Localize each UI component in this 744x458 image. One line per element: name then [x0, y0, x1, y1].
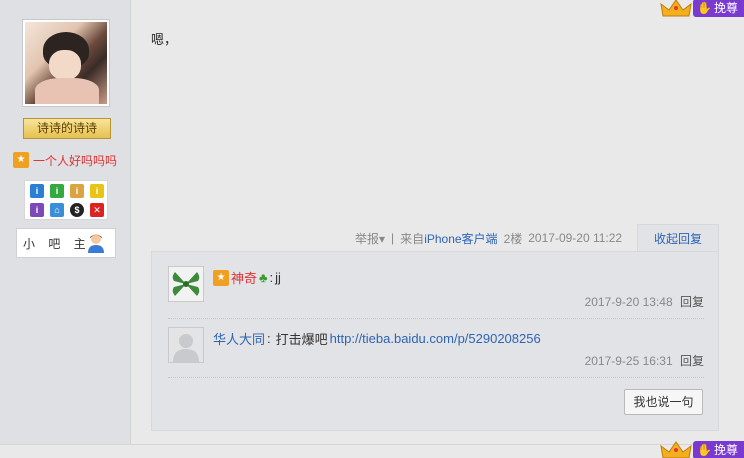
bow-badge-icon[interactable]: ✕ — [90, 203, 104, 217]
info-badge-icon[interactable]: i — [30, 184, 44, 198]
report-link[interactable]: 举报▾ — [355, 230, 385, 247]
hand-icon: ✋ — [697, 443, 712, 457]
reply-avatar[interactable] — [168, 327, 204, 363]
reply-link[interactable]: http://tieba.baidu.com/p/5290208256 — [330, 331, 541, 346]
user-icon — [87, 233, 105, 253]
author-username[interactable]: 诗诗的诗诗 — [23, 118, 111, 139]
reply-button[interactable]: 回复 — [680, 295, 704, 309]
post-meta: 举报▾ | 来自 iPhone客户端 2楼 2017-09-20 11:22 — [355, 230, 623, 247]
info-badge-icon[interactable]: i — [70, 184, 84, 198]
hand-icon: ✋ — [697, 1, 712, 15]
level-title: 一个人好吗吗吗 — [33, 153, 118, 168]
author-sidebar: 诗诗的诗诗 ★ 一个人好吗吗吗 i i i i i ⌂ $ ✕ 小 吧 主 — [0, 0, 131, 444]
reply-text: 打击爆吧 — [275, 332, 328, 347]
revere-button[interactable]: ✋ 挽尊 — [693, 441, 744, 458]
reply-time: 2017-9-25 16:31 — [584, 354, 673, 368]
reply-text: jj — [275, 270, 281, 285]
reply-avatar[interactable] — [168, 266, 204, 302]
reply-button[interactable]: 回复 — [680, 354, 704, 368]
info-badge-icon[interactable]: i — [50, 184, 64, 198]
moderator-badge[interactable]: 小 吧 主 — [16, 228, 116, 258]
reply-username[interactable]: 华人大同 — [213, 329, 265, 348]
clover-icon: ♣ — [259, 270, 268, 285]
client-link[interactable]: iPhone客户端 — [424, 230, 497, 247]
crown-icon — [659, 0, 693, 18]
collapse-replies-button[interactable]: 收起回复 — [637, 224, 719, 252]
revere-button[interactable]: ✋ 挽尊 — [693, 0, 744, 17]
post-content: 嗯， — [151, 32, 178, 47]
crown-icon — [659, 440, 693, 458]
floor-number: 2楼 — [503, 231, 523, 246]
reply-username[interactable]: 神奇 — [231, 268, 257, 287]
post-datetime: 2017-09-20 11:22 — [528, 231, 623, 245]
list-item: ★ 神奇 ♣ : jj 2017-9-20 13:48 回复 — [168, 266, 704, 319]
reply-list: ★ 神奇 ♣ : jj 2017-9-20 13:48 回复 华人大同 : 打击… — [151, 251, 719, 431]
revere-top: ✋ 挽尊 — [659, 0, 744, 18]
info-badge-icon[interactable]: i — [30, 203, 44, 217]
level-icon: ★ — [13, 152, 29, 168]
author-level[interactable]: ★ 一个人好吗吗吗 — [13, 152, 117, 168]
author-avatar[interactable] — [22, 19, 110, 107]
say-something-button[interactable]: 我也说一句 — [624, 389, 703, 415]
house-badge-icon[interactable]: ⌂ — [50, 203, 64, 217]
medal-badge-icon[interactable]: $ — [70, 203, 84, 217]
vip-icon: ★ — [213, 269, 229, 286]
next-post-divider — [0, 444, 744, 458]
reply-time: 2017-9-20 13:48 — [584, 295, 673, 309]
list-item: 华人大同 : 打击爆吧 http://tieba.baidu.com/p/529… — [168, 327, 704, 378]
badge-grid: i i i i i ⌂ $ ✕ — [24, 180, 108, 220]
info-badge-icon[interactable]: i — [90, 184, 104, 198]
revere-bottom: ✋ 挽尊 — [659, 440, 744, 458]
